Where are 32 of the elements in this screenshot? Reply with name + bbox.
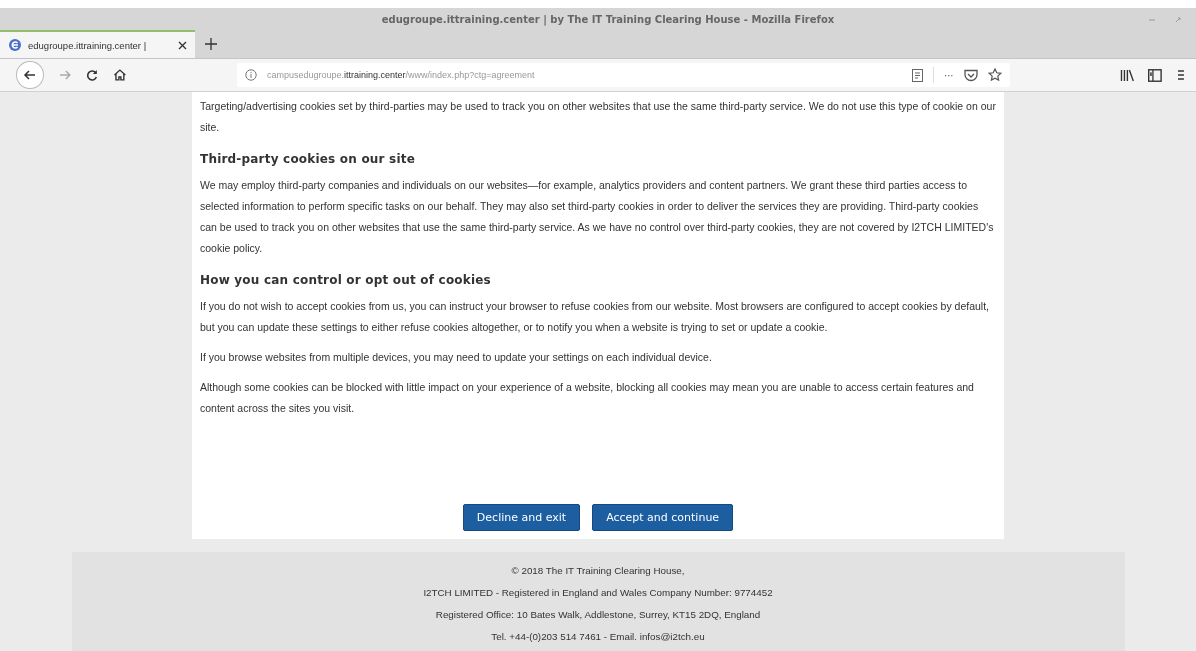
action-button[interactable]: Accept and continue <box>592 504 734 531</box>
footer-text: Tel. +44-(0)203 514 7461 - Email. infos@i2tch.eu <box>491 630 705 644</box>
paragraph: Targeting/advertising cookies set by third-parties may be used to track you on other websites that use the same third-party service. We do not use this type of cookie on our site. <box>200 99 996 135</box>
browser-tab[interactable]: edugroupe.ittraining.center | <box>0 30 195 58</box>
section-heading: Third-party cookies on our site <box>200 152 416 166</box>
paragraph: If you browse websites from multiple devices, you may need to update your settings on each individual device. <box>200 350 713 365</box>
address-bar[interactable]: campusedugroupe.ittraining.center/www/index.php?ctg=agreement ··· <box>237 63 1010 87</box>
more-actions-button[interactable]: ··· <box>944 69 954 81</box>
close-icon[interactable] <box>178 40 187 50</box>
paragraph: We may employ third-party companies and individuals on our websites—for example, analytics providers and content partners. We grant these third parties access to selected information to perform specific tasks on our behalf. They may also set third-party cookies in order to deliver the services they are providing. Third-party cookies can be used to track you on other websites that use the same third-party service. As we have no control over third-party cookies, they are not covered by I2TCH LIMITED's cookie policy. <box>200 178 995 256</box>
reader-view-icon[interactable] <box>912 68 923 82</box>
footer-text: Registered Office: 10 Bates Walk, Addlestone, Surrey, KT15 2DQ, England <box>435 608 761 622</box>
back-button[interactable] <box>16 61 44 89</box>
reload-icon[interactable] <box>85 68 100 82</box>
sidebar-icon[interactable] <box>1148 68 1163 82</box>
info-icon[interactable] <box>245 69 257 81</box>
footer-text: © 2018 The IT Training Clearing House, <box>511 564 685 578</box>
action-button[interactable]: Decline and exit <box>462 504 581 531</box>
home-icon[interactable] <box>113 68 127 82</box>
pocket-icon[interactable] <box>963 68 978 82</box>
site-logo-icon <box>8 38 22 52</box>
star-icon[interactable] <box>987 68 1002 82</box>
menu-icon[interactable] <box>1178 69 1184 81</box>
section-heading: How you can control or opt out of cookies <box>200 273 492 287</box>
footer-text: I2TCH LIMITED - Registered in England and Wales Company Number: 9774452 <box>423 586 773 600</box>
new-tab-icon[interactable] <box>205 38 217 50</box>
back-arrow-icon <box>22 68 37 82</box>
paragraph: If you do not wish to accept cookies from us, you can instruct your browser to refuse cookies from our website. Most browsers are configured to accept cookies by default, but you can update these settings to either refuse cookies altogether, or to notify you when a website is trying to set or update a cookie. <box>200 299 991 335</box>
library-icon[interactable] <box>1119 68 1135 82</box>
paragraph: Although some cookies can be blocked with little impact on your experience of a website, blocking all cookies may mean you are unable to access certain features and content across the sites you visit. <box>200 380 975 416</box>
window-title: edugroupe.ittraining.center | by The IT Training Clearing House - Mozilla Firefox <box>381 13 835 25</box>
url-text: campusedugroupe.ittraining.center/www/index.php?ctg=agreement <box>267 70 535 80</box>
